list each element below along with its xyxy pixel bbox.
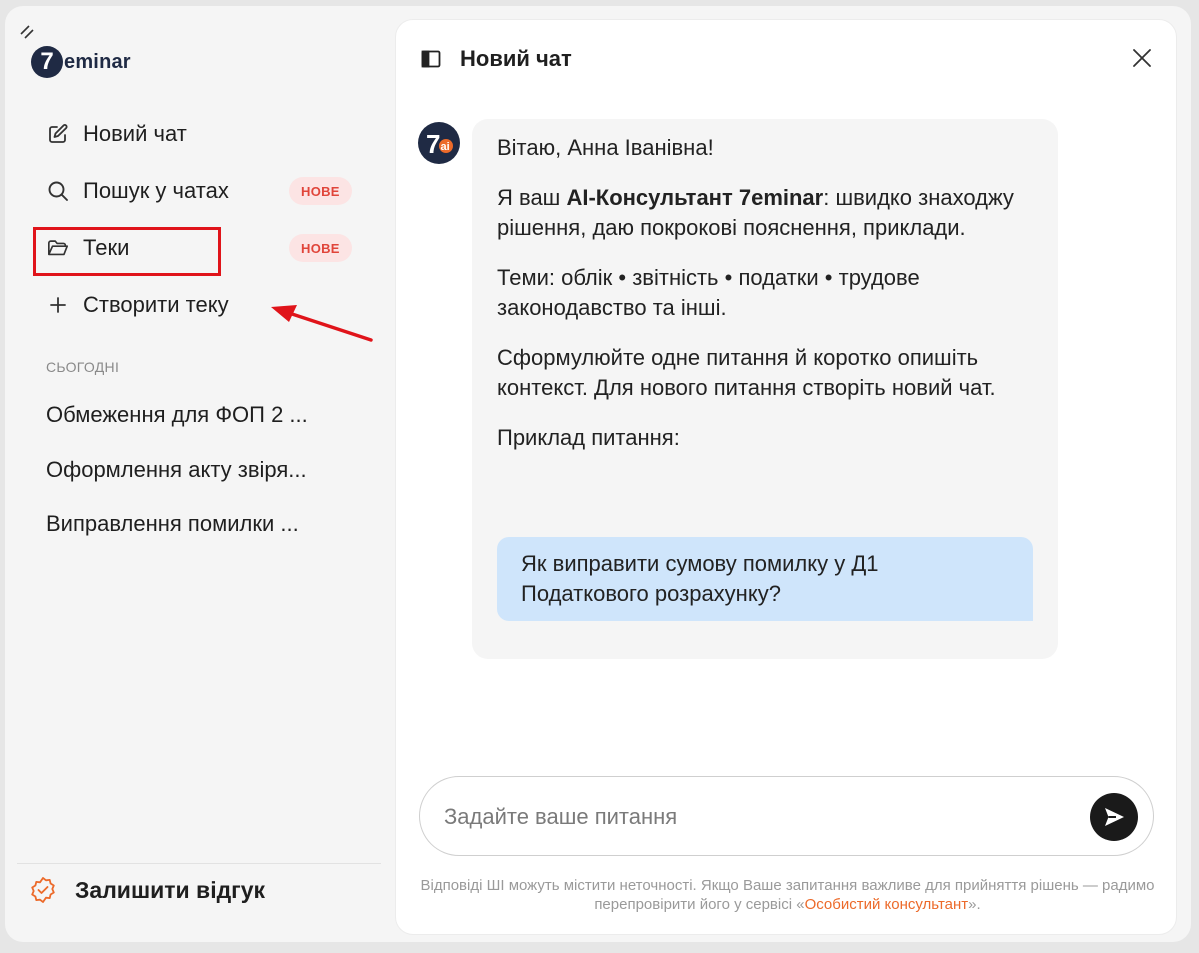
assistant-avatar: 7 ai xyxy=(418,122,460,164)
instructions-text: Сформулюйте одне питання й коротко опиші… xyxy=(497,345,996,400)
intro-text: Я ваш AI-Консультант 7eminar: швидко зна… xyxy=(497,185,1014,240)
close-icon[interactable] xyxy=(1130,46,1154,70)
sidebar-divider xyxy=(17,863,381,864)
create-folder-label: Створити теку xyxy=(83,292,229,317)
disclaimer: Відповіді ШІ можуть містити неточності. … xyxy=(420,877,1155,913)
arrow-annotation-icon xyxy=(271,305,373,342)
greeting-text: Вітаю, Анна Іванівна! xyxy=(497,135,714,160)
create-folder-button[interactable]: Створити теку xyxy=(47,289,229,321)
example-label: Приклад питання: xyxy=(497,425,680,450)
verified-badge-icon xyxy=(31,877,55,903)
sidebar-toggle-icon[interactable] xyxy=(420,48,442,70)
search-icon xyxy=(47,180,69,202)
send-button[interactable] xyxy=(1090,793,1138,841)
message-input[interactable] xyxy=(444,801,1064,833)
example-question[interactable]: Як виправити сумову помилку у Д1 Податко… xyxy=(497,537,1033,621)
resize-icon[interactable] xyxy=(19,24,37,40)
edit-icon xyxy=(47,123,69,145)
chat-title: Новий чат xyxy=(460,46,572,71)
chat-panel: Новий чат 7 ai Вітаю, Анна Іванівна! Я в… xyxy=(395,19,1177,935)
personal-consultant-link[interactable]: Особистий консультант xyxy=(805,896,969,913)
assistant-message: Вітаю, Анна Іванівна! Я ваш AI-Консульта… xyxy=(472,119,1058,659)
section-today-label: СЬОГОДНІ xyxy=(46,359,120,375)
message-input-container xyxy=(419,776,1154,856)
chat-history-item[interactable]: Обмеження для ФОП 2 ... xyxy=(46,402,356,428)
plus-icon xyxy=(47,294,69,316)
app-window: 7 eminar Новий чат Пошук у чатах НОВЕ Те… xyxy=(5,6,1191,942)
chat-header: Новий чат xyxy=(396,20,1176,100)
search-chats-button[interactable]: Пошук у чатах xyxy=(47,175,229,207)
logo-mark: 7 xyxy=(31,46,63,78)
highlight-box xyxy=(33,227,221,276)
assistant-name: AI-Консультант 7eminar xyxy=(566,185,824,210)
send-icon xyxy=(1105,808,1124,826)
topics-text: Теми: облік • звітність • податки • труд… xyxy=(497,265,920,320)
avatar-number: 7 xyxy=(426,129,440,159)
new-chat-label: Новий чат xyxy=(83,121,187,146)
chat-history-item[interactable]: Оформлення акту звіря... xyxy=(46,457,356,483)
search-chats-label: Пошук у чатах xyxy=(83,178,229,203)
avatar-ai-text: ai xyxy=(441,141,450,153)
new-chat-button[interactable]: Новий чат xyxy=(47,118,187,150)
feedback-button[interactable]: Залишити відгук xyxy=(29,876,265,904)
feedback-label: Залишити відгук xyxy=(75,876,266,903)
new-badge: НОВЕ xyxy=(289,177,352,205)
sidebar: 7 eminar Новий чат Пошук у чатах НОВЕ Те… xyxy=(5,6,393,942)
chat-history-item[interactable]: Виправлення помилки ... xyxy=(46,511,356,537)
logo[interactable]: 7 eminar xyxy=(31,46,131,78)
new-badge: НОВЕ xyxy=(289,234,352,262)
logo-text: eminar xyxy=(64,50,131,73)
